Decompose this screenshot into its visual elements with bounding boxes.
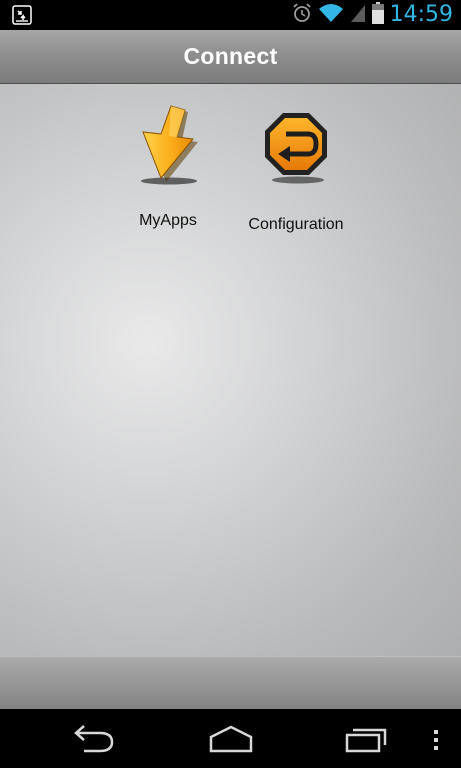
status-time: 14:59 <box>389 2 453 27</box>
wifi-icon <box>318 3 344 28</box>
recents-icon[interactable] <box>343 723 389 758</box>
status-icons: 14:59 <box>292 1 453 29</box>
status-bar: 14:59 <box>0 0 461 30</box>
download-notification-icon[interactable] <box>12 5 32 25</box>
app-label-configuration: Configuration <box>248 216 344 233</box>
title-bar: Connect <box>0 30 461 84</box>
app-grid: MyApps Configuration <box>0 84 461 656</box>
navigation-bar <box>0 709 461 768</box>
download-arrow-icon <box>141 105 198 185</box>
page-title: Connect <box>183 43 278 69</box>
home-icon[interactable] <box>208 723 254 758</box>
bottom-bar <box>0 656 461 710</box>
alarm-icon <box>292 2 312 29</box>
back-icon[interactable] <box>72 723 118 758</box>
signal-icon <box>350 3 366 28</box>
app-tile-myapps[interactable]: MyApps <box>118 104 218 230</box>
overflow-menu-icon[interactable] <box>432 729 440 756</box>
battery-icon <box>371 1 384 29</box>
app-tile-configuration[interactable]: Configuration <box>236 110 356 234</box>
return-arrow-icon <box>265 113 327 184</box>
app-label-myapps: MyApps <box>139 212 197 229</box>
